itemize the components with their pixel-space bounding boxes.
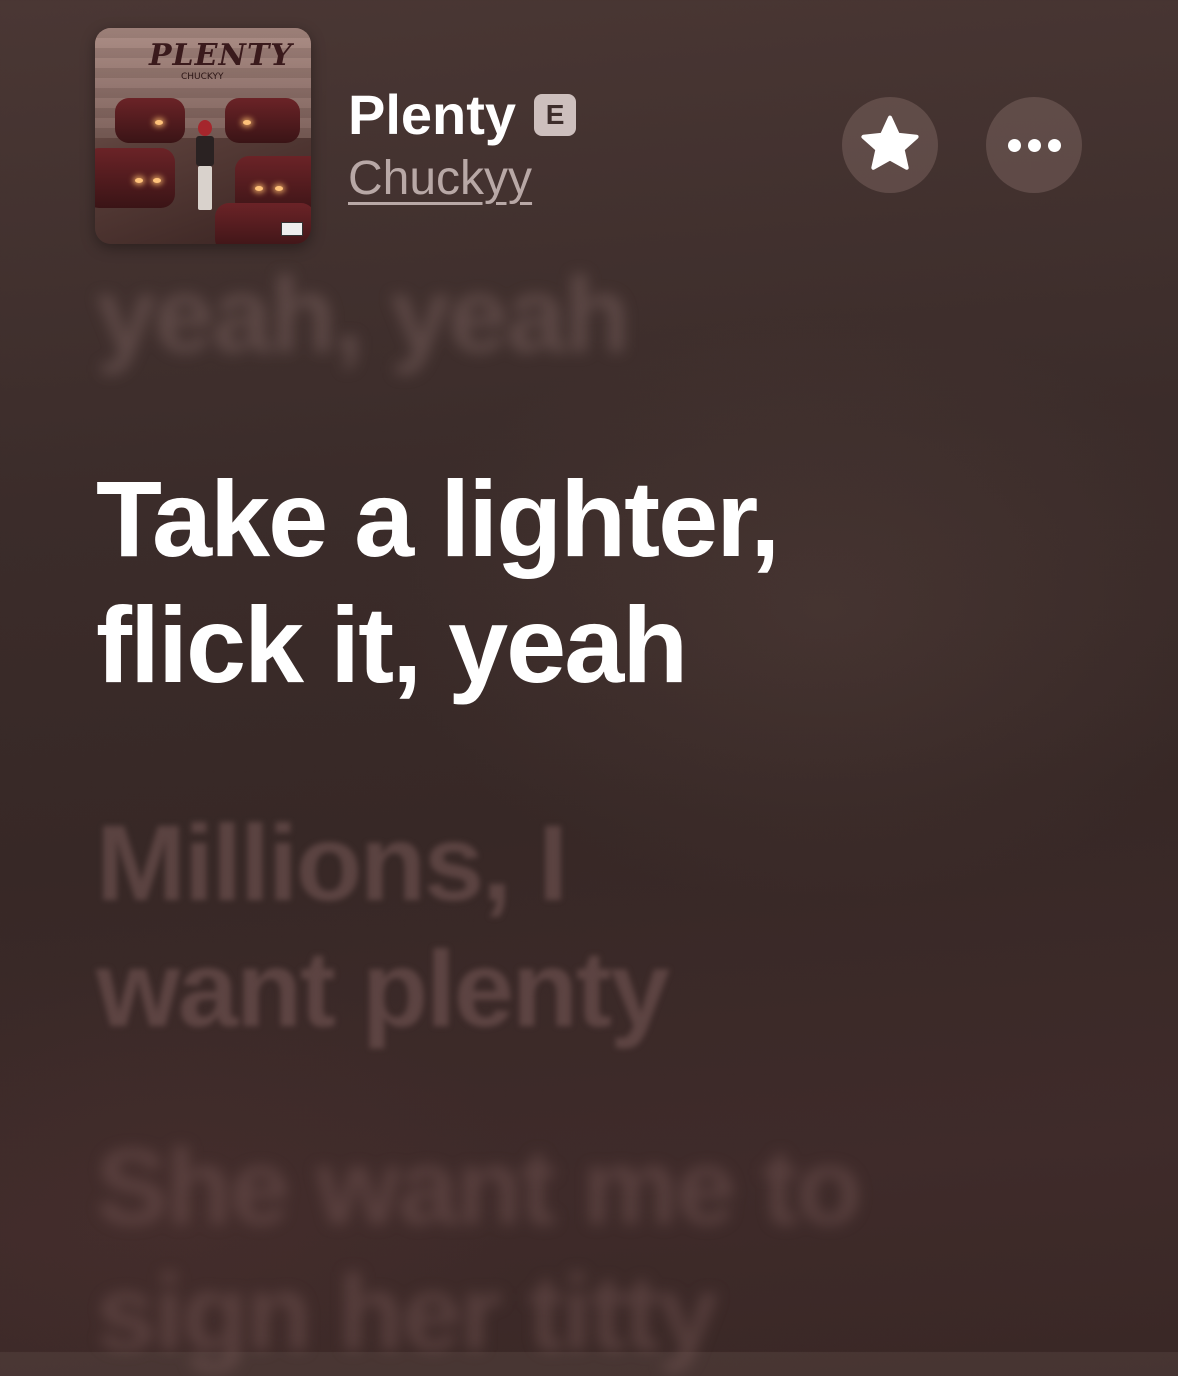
lyric-line-upcoming[interactable]: She want me to sign her titty [96,1124,862,1376]
lyric-text: yeah, yeah [96,254,630,375]
artwork-headlight [275,186,283,191]
artwork-headlight [155,120,163,125]
album-artwork[interactable]: PLENTY CHUCKYY [95,28,311,244]
artwork-car [115,98,185,143]
star-icon [861,115,919,170]
artwork-headlight [255,186,263,191]
artwork-headlight [135,178,143,183]
explicit-badge: E [534,94,577,136]
more-options-button[interactable] [986,97,1082,193]
artwork-subtitle: CHUCKYY [181,72,224,82]
lyric-text: flick it, yeah [96,584,688,705]
lyric-text: sign her titty [96,1252,718,1373]
artist-link[interactable]: Chuckyy [348,150,532,208]
track-title-row: Plenty E [348,82,577,148]
lyric-line-previous[interactable]: yeah, yeah [96,252,630,378]
lyric-line-current[interactable]: Take a lighter, flick it, yeah [96,456,780,708]
lyric-text: Take a lighter, [96,458,780,579]
lyric-text: Millions, I [96,802,568,923]
now-playing-header: PLENTY CHUCKYY Plenty E Chuckyy [0,0,1178,260]
artwork-figure [195,120,215,220]
artwork-headlight [243,120,251,125]
lyric-line-next[interactable]: Millions, I want plenty [96,800,670,1052]
artwork-car [225,98,300,143]
favorite-button[interactable] [842,97,938,193]
artwork-headlight [153,178,161,183]
track-info: Plenty E Chuckyy [348,82,577,208]
lyric-text: She want me to [96,1126,862,1247]
track-title[interactable]: Plenty [348,82,516,148]
parental-advisory-icon [281,222,303,236]
more-icon [1007,138,1061,152]
lyric-text: want plenty [96,928,670,1049]
artwork-title: PLENTY [149,38,293,73]
